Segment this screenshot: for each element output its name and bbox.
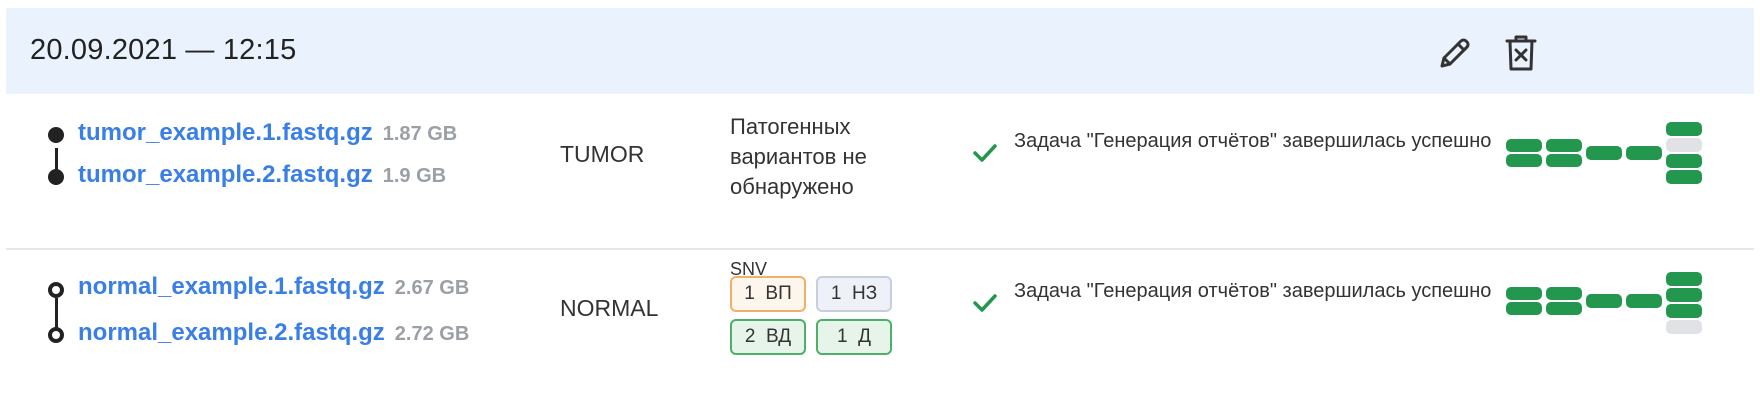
- file-bullet-filled: [48, 169, 64, 185]
- task-status-text: Задача "Генерация отчётов" завершилась у…: [1014, 130, 1492, 152]
- pipeline-step: [1666, 138, 1702, 152]
- badge-label: ВД: [766, 326, 792, 347]
- pipeline-step: [1666, 320, 1702, 334]
- variant-badge-d[interactable]: 1 Д: [816, 319, 892, 355]
- task-status-text: Задача "Генерация отчётов" завершилась у…: [1014, 280, 1492, 302]
- file-link[interactable]: tumor_example.2.fastq.gz 1.9 GB: [78, 161, 446, 189]
- pipeline-step: [1666, 170, 1702, 184]
- pipeline-step: [1546, 154, 1582, 167]
- file-bullet-filled: [48, 127, 64, 143]
- pipeline-step: [1666, 304, 1702, 318]
- badge-count: 1: [836, 326, 848, 347]
- file-bullet-hollow: [48, 327, 64, 343]
- file-name: tumor_example.1.fastq.gz: [78, 119, 373, 146]
- pipeline-step: [1546, 139, 1582, 152]
- badge-label: НЗ: [851, 283, 878, 304]
- pipeline-step: [1546, 302, 1582, 315]
- badge-label: ВП: [765, 283, 792, 304]
- sample-type: TUMOR: [560, 141, 645, 167]
- variant-badge-vd[interactable]: 2 ВД: [730, 319, 806, 355]
- badge-count: 2: [744, 326, 756, 347]
- variants-summary: Патогенных вариантов не обнаружено: [730, 114, 867, 199]
- trash-icon: [1505, 35, 1537, 71]
- pipeline-step: [1666, 272, 1702, 286]
- file-bullet-hollow: [48, 282, 64, 298]
- file-size: 2.72 GB: [394, 323, 470, 345]
- sample-row-tumor: tumor_example.1.fastq.gz 1.87 GB tumor_ex…: [6, 94, 1754, 250]
- file-link[interactable]: normal_example.2.fastq.gz 2.72 GB: [78, 319, 469, 347]
- checkmark-icon: [970, 288, 1000, 318]
- run-header: 20.09.2021 — 12:15: [6, 8, 1754, 94]
- sample-row-normal: normal_example.1.fastq.gz 2.67 GB normal_…: [6, 250, 1754, 402]
- pipeline-step: [1546, 287, 1582, 300]
- file-name: normal_example.2.fastq.gz: [78, 319, 385, 346]
- pipeline-step: [1586, 294, 1622, 308]
- sample-type: NORMAL: [560, 295, 659, 321]
- pipeline-step: [1506, 302, 1542, 315]
- file-size: 1.9 GB: [382, 165, 447, 187]
- file-link[interactable]: normal_example.1.fastq.gz 2.67 GB: [78, 273, 469, 301]
- pipeline-step: [1506, 154, 1542, 167]
- pipeline-step: [1506, 287, 1542, 300]
- pipeline-step: [1666, 154, 1702, 168]
- delete-button[interactable]: [1500, 32, 1542, 74]
- pipeline-step: [1666, 288, 1702, 302]
- checkmark-icon: [970, 138, 1000, 168]
- pipeline-step: [1506, 139, 1542, 152]
- badge-count: 1: [830, 283, 842, 304]
- variant-badge-nz[interactable]: 1 НЗ: [816, 276, 892, 312]
- file-link[interactable]: tumor_example.1.fastq.gz 1.87 GB: [78, 119, 457, 147]
- pipeline-step: [1626, 294, 1662, 308]
- variant-badge-vp[interactable]: 1 ВП: [730, 276, 806, 312]
- file-size: 2.67 GB: [394, 277, 470, 299]
- edit-button[interactable]: [1434, 32, 1476, 74]
- pipeline-step: [1626, 146, 1662, 160]
- badge-count: 1: [744, 283, 755, 304]
- pencil-icon: [1440, 38, 1470, 68]
- pipeline-progress[interactable]: [1506, 272, 1716, 342]
- file-name: tumor_example.2.fastq.gz: [78, 161, 373, 188]
- file-pair-connector: [55, 298, 58, 328]
- file-name: normal_example.1.fastq.gz: [78, 273, 385, 300]
- run-datetime-title: 20.09.2021 — 12:15: [30, 34, 297, 66]
- file-size: 1.87 GB: [382, 123, 458, 145]
- pipeline-progress[interactable]: [1506, 122, 1716, 192]
- pipeline-step: [1666, 122, 1702, 136]
- badge-label: Д: [858, 326, 871, 347]
- pipeline-step: [1586, 146, 1622, 160]
